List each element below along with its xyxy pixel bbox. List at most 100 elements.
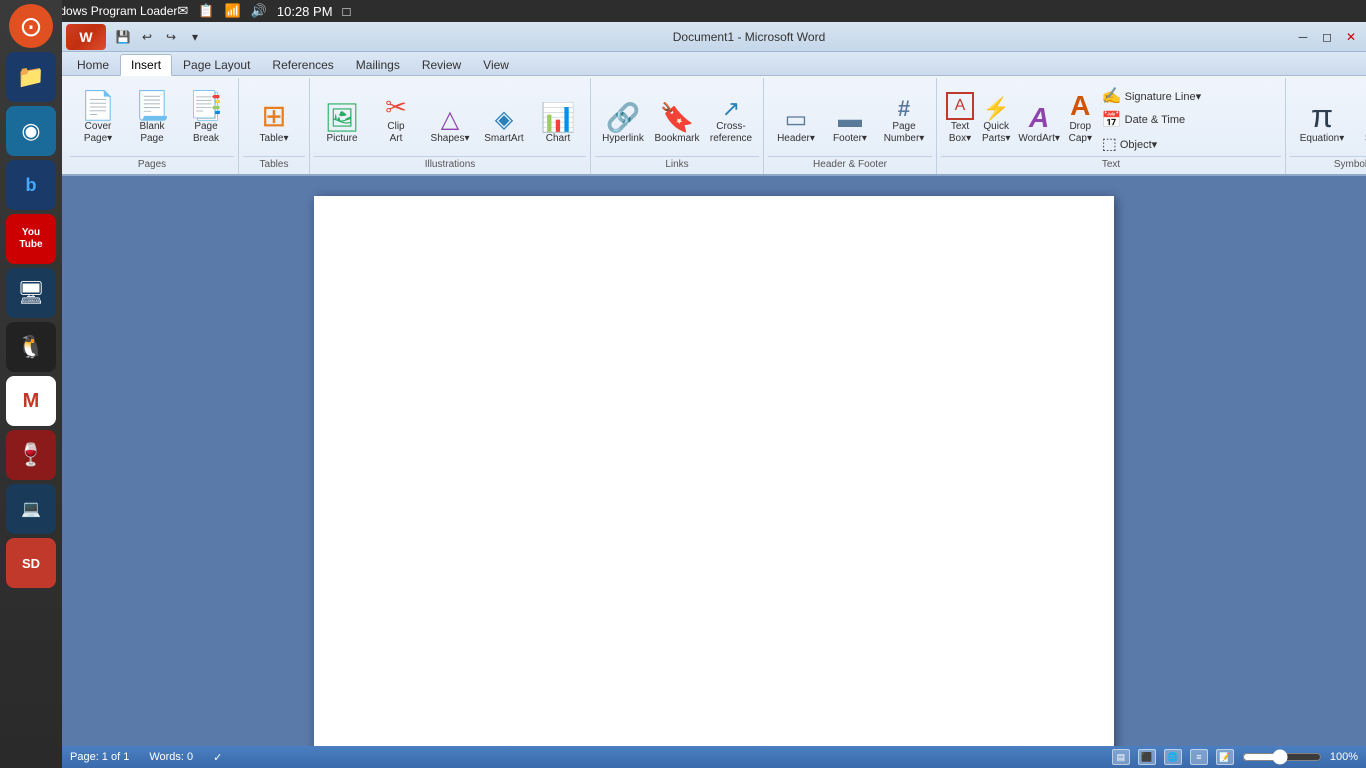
symbols-group-label: Symbols <box>1290 156 1366 172</box>
tab-review[interactable]: Review <box>411 53 472 75</box>
minimize-window-button[interactable]: ─ <box>1292 26 1314 48</box>
tab-references[interactable]: References <box>261 53 344 75</box>
sidebar-icon-beatbox[interactable]: b <box>6 160 56 210</box>
hyperlink-button[interactable]: 🔗 Hyperlink <box>597 80 649 148</box>
picture-icon: 🖼 <box>324 104 360 132</box>
cross-reference-button[interactable]: ↗ Cross-reference <box>705 80 757 148</box>
ribbon-group-links: 🔗 Hyperlink 🔖 Bookmark ↗ Cross-reference… <box>591 78 764 174</box>
sidebar-icon-tux[interactable]: 🐧 <box>6 322 56 372</box>
wordart-icon: A <box>1029 104 1049 132</box>
document-area[interactable] <box>62 176 1366 746</box>
tab-insert[interactable]: Insert <box>120 54 172 76</box>
tab-home[interactable]: Home <box>66 53 120 75</box>
ribbon: 📄 CoverPage▾ 📃 BlankPage 📑 PageBreak Pag… <box>62 76 1366 176</box>
ribbon-group-tables: ⊞ Table▾ Tables <box>239 78 310 174</box>
table-button[interactable]: ⊞ Table▾ <box>245 80 303 148</box>
chart-button[interactable]: 📊 Chart <box>532 80 584 148</box>
redo-button[interactable]: ↪ <box>160 26 182 48</box>
shapes-icon: △ <box>441 108 459 132</box>
blank-page-icon: 📃 <box>135 92 170 120</box>
sidebar-icon-ubuntu[interactable]: ⊙ <box>9 4 53 48</box>
volume-icon: 🔊 <box>251 3 267 19</box>
tab-view[interactable]: View <box>472 53 520 75</box>
sidebar-icon-gmail[interactable]: M <box>6 376 56 426</box>
document-page[interactable] <box>314 196 1114 746</box>
date-time-button[interactable]: 📅 Date & Time <box>1098 108 1279 132</box>
chart-icon: 📊 <box>541 104 576 132</box>
statusbar-right: ▤ ⬛ 🌐 ≡ 📝 100% <box>1112 749 1358 765</box>
sidebar-icon-display[interactable]: 🖥 <box>6 268 56 318</box>
picture-button[interactable]: 🖼 Picture <box>316 80 368 148</box>
bookmark-button[interactable]: 🔖 Bookmark <box>651 80 703 148</box>
ribbon-group-symbols: π Equation▾ Ω Symbol▾ Symbols <box>1286 78 1366 174</box>
zoom-level: 100% <box>1330 751 1358 763</box>
undo-button[interactable]: ↩ <box>136 26 158 48</box>
clipboard-icon: 📋 <box>198 3 214 19</box>
text-box-icon: A <box>946 92 974 120</box>
clock: 10:28 PM <box>277 4 333 19</box>
text-group-label: Text <box>941 156 1281 172</box>
text-small-buttons: ✍ Signature Line▾ 📅 Date & Time ⬚ Object… <box>1098 80 1279 156</box>
wordart-button[interactable]: A WordArt▾ <box>1015 80 1063 148</box>
close-window-button[interactable]: ✕ <box>1340 26 1362 48</box>
sidebar-icon-sd[interactable]: SD <box>6 538 56 588</box>
view-web-button[interactable]: 🌐 <box>1164 749 1182 765</box>
hyperlink-icon: 🔗 <box>606 104 641 132</box>
statusbar: Page: 1 of 1 Words: 0 ✓ ▤ ⬛ 🌐 ≡ 📝 100% <box>62 746 1366 768</box>
sidebar-icon-browser[interactable]: ◉ <box>6 106 56 156</box>
qa-dropdown-button[interactable]: ▾ <box>184 26 206 48</box>
tab-page-layout[interactable]: Page Layout <box>172 53 261 75</box>
sidebar-icon-wine[interactable]: 🍷 <box>6 430 56 480</box>
sidebar-icon-files[interactable]: 📁 <box>6 52 56 102</box>
office-button[interactable]: W <box>66 24 106 50</box>
signature-line-button[interactable]: ✍ Signature Line▾ <box>1098 84 1279 108</box>
save-button[interactable]: 💾 <box>112 26 134 48</box>
view-outline-button[interactable]: ≡ <box>1190 749 1208 765</box>
view-draft-button[interactable]: 📝 <box>1216 749 1234 765</box>
drop-cap-button[interactable]: A DropCap▾ <box>1065 80 1096 148</box>
header-icon: ▭ <box>785 108 808 132</box>
date-time-icon: 📅 <box>1102 110 1122 130</box>
tab-mailings[interactable]: Mailings <box>345 53 411 75</box>
view-fullscreen-button[interactable]: ⬛ <box>1138 749 1156 765</box>
blank-page-button[interactable]: 📃 BlankPage <box>126 80 178 148</box>
window-title: Document1 - Microsoft Word <box>208 30 1290 44</box>
titlebar: Wine Windows Program Loader ✉ 📋 📶 🔊 10:2… <box>0 0 1366 22</box>
smartart-button[interactable]: ◈ SmartArt <box>478 80 530 148</box>
ribbon-group-header-footer: ▭ Header▾ ▬ Footer▾ # PageNumber▾ Header… <box>764 78 937 174</box>
spell-check-icon: ✓ <box>213 751 222 764</box>
footer-button[interactable]: ▬ Footer▾ <box>824 80 876 148</box>
maximize-icon[interactable]: □ <box>343 4 351 19</box>
cover-page-button[interactable]: 📄 CoverPage▾ <box>72 80 124 148</box>
text-box-button[interactable]: A TextBox▾ <box>943 80 977 148</box>
equation-button[interactable]: π Equation▾ <box>1292 80 1352 148</box>
cover-page-icon: 📄 <box>81 92 116 120</box>
titlebar-system-icons: ✉ 📋 📶 🔊 10:28 PM □ <box>177 3 350 19</box>
bookmark-icon: 🔖 <box>660 104 695 132</box>
shapes-button[interactable]: △ Shapes▾ <box>424 80 476 148</box>
restore-window-button[interactable]: ◻ <box>1316 26 1338 48</box>
page-number-button[interactable]: # PageNumber▾ <box>878 80 930 148</box>
view-print-button[interactable]: ▤ <box>1112 749 1130 765</box>
symbol-button[interactable]: Ω Symbol▾ <box>1354 80 1366 148</box>
page-break-button[interactable]: 📑 PageBreak <box>180 80 232 148</box>
object-button[interactable]: ⬚ Object▾ <box>1098 132 1279 156</box>
header-button[interactable]: ▭ Header▾ <box>770 80 822 148</box>
sidebar-icon-monitor[interactable]: 💻 <box>6 484 56 534</box>
header-footer-group-label: Header & Footer <box>768 156 932 172</box>
links-group-label: Links <box>595 156 759 172</box>
ribbon-tabs: Home Insert Page Layout References Maili… <box>62 52 1366 76</box>
clip-art-button[interactable]: ✂ ClipArt <box>370 80 422 148</box>
footer-icon: ▬ <box>838 108 862 132</box>
ribbon-group-text: A TextBox▾ ⚡ QuickParts▾ A WordArt▾ A Dr… <box>937 78 1286 174</box>
drop-cap-icon: A <box>1070 92 1090 120</box>
equation-icon: π <box>1311 100 1333 132</box>
table-icon: ⊞ <box>261 102 286 132</box>
pages-group-label: Pages <box>70 156 234 172</box>
ribbon-group-illustrations: 🖼 Picture ✂ ClipArt △ Shapes▾ ◈ SmartArt… <box>310 78 591 174</box>
wifi-icon: 📶 <box>225 3 241 19</box>
quick-parts-icon: ⚡ <box>982 98 1009 120</box>
zoom-slider[interactable] <box>1242 751 1322 763</box>
sidebar-icon-youtube[interactable]: YouTube <box>6 214 56 264</box>
quick-parts-button[interactable]: ⚡ QuickParts▾ <box>979 80 1013 148</box>
